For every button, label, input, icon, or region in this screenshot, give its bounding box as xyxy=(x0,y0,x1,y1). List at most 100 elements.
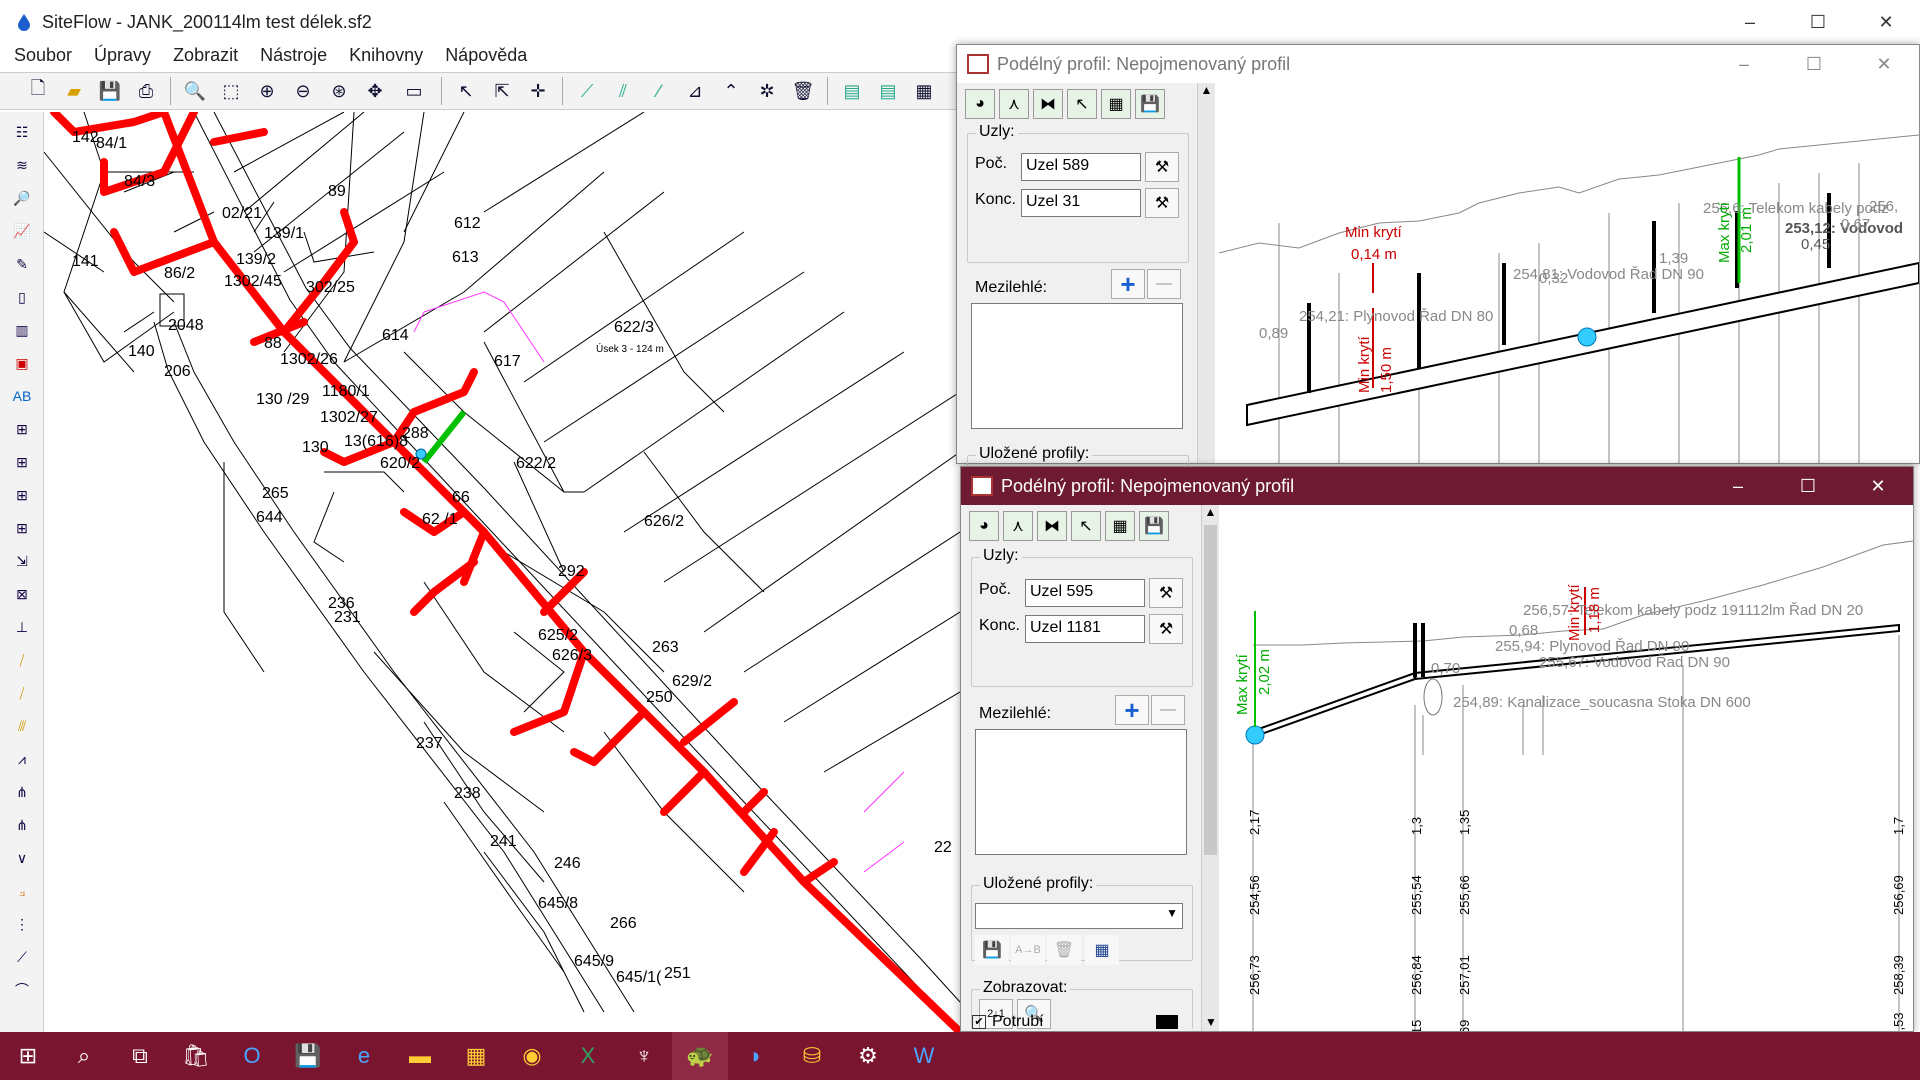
intermediate-list[interactable] xyxy=(971,303,1183,429)
print-icon[interactable]: ⎙ xyxy=(133,78,159,104)
end-node-input[interactable]: Uzel 31 xyxy=(1021,189,1141,217)
pipe-split-icon[interactable]: ⋔ xyxy=(8,779,36,805)
profile1-plot[interactable]: 254,21: Plynovod Řad DN 80 254,81: Vodov… xyxy=(1218,83,1920,463)
intermediate-list[interactable] xyxy=(975,729,1187,855)
app-gear-icon[interactable]: ⚙ xyxy=(840,1032,896,1080)
zoom-in-icon[interactable]: ⊕ xyxy=(254,78,280,104)
v-icon[interactable]: ∨ xyxy=(8,845,36,871)
edge-icon[interactable]: e xyxy=(336,1032,392,1080)
app-db-icon[interactable]: ⛁ xyxy=(784,1032,840,1080)
profile-nodes-icon[interactable]: ⧓ xyxy=(1033,89,1063,119)
menu-knihovny[interactable]: Knihovny xyxy=(349,45,423,66)
maximize-button[interactable]: ☐ xyxy=(1779,45,1849,83)
windows-start-icon[interactable]: ⊞ xyxy=(0,1032,56,1080)
pipe-grid-icon[interactable]: ⊠ xyxy=(8,581,36,607)
checkbox-potrubi[interactable]: ✔ Potrubí xyxy=(972,1012,1188,1032)
zoom-window-icon[interactable]: ⬚ xyxy=(218,78,244,104)
cadastral-map[interactable]: 142 84/1 84/3 89 612 613 02/21 139/1 139… xyxy=(44,112,960,1032)
map-canvas[interactable]: 142 84/1 84/3 89 612 613 02/21 139/1 139… xyxy=(44,112,960,1032)
connector-icon[interactable]: ⊥ xyxy=(8,614,36,640)
word-icon[interactable]: W xyxy=(896,1032,952,1080)
table-icon[interactable]: ▥ xyxy=(8,317,36,343)
excel-icon[interactable]: X xyxy=(560,1032,616,1080)
maximize-button[interactable]: ☐ xyxy=(1784,0,1852,44)
tool5-icon[interactable]: ⌃ xyxy=(718,78,744,104)
saved-profiles-select[interactable]: ▼ xyxy=(975,903,1183,929)
list-icon[interactable]: ☷ xyxy=(8,119,36,145)
start-node-input[interactable]: Uzel 589 xyxy=(1021,153,1141,181)
tool1-icon[interactable]: ⟋ xyxy=(574,78,600,104)
save-profile-button[interactable]: 💾 xyxy=(975,935,1009,965)
app-2018-icon[interactable]: ♆ xyxy=(616,1032,672,1080)
menu-zobrazit[interactable]: Zobrazit xyxy=(173,45,238,66)
menu-soubor[interactable]: Soubor xyxy=(14,45,72,66)
zoom-all-icon[interactable]: ⊛ xyxy=(326,78,352,104)
profile-nodes-icon[interactable]: ⧓ xyxy=(1037,511,1067,541)
end-node-input[interactable]: Uzel 1181 xyxy=(1025,615,1145,643)
pick-start-node-button[interactable]: ⚒ xyxy=(1145,152,1179,182)
doc-icon[interactable]: ▯ xyxy=(8,284,36,310)
pipe-branch-icon[interactable]: ⩘ xyxy=(8,746,36,772)
tool2-icon[interactable]: ⫽ xyxy=(610,78,636,104)
delete-icon[interactable]: 🗑 xyxy=(790,78,816,104)
profile-globe-icon[interactable]: ◕ xyxy=(965,89,995,119)
highlighted-section[interactable] xyxy=(421,410,467,464)
delete-profile-button[interactable]: 🗑 xyxy=(1047,935,1081,965)
menu-nastroje[interactable]: Nástroje xyxy=(260,45,327,66)
profile-branch-icon[interactable]: ⋏ xyxy=(999,89,1029,119)
zoom-icon[interactable]: 🔍 xyxy=(182,78,208,104)
curve-icon[interactable]: ⌒ xyxy=(8,977,36,1003)
ab-icon[interactable]: AB xyxy=(8,383,36,409)
app-turtle-icon[interactable]: 🐢 xyxy=(672,1032,728,1080)
image-icon[interactable]: ▣ xyxy=(8,350,36,376)
pan-icon[interactable]: ✥ xyxy=(362,78,388,104)
new-icon[interactable]: 🗋 xyxy=(25,78,51,104)
zoom-out-icon[interactable]: ⊖ xyxy=(290,78,316,104)
layer2-icon[interactable]: ▤ xyxy=(875,78,901,104)
scroll-thumb[interactable] xyxy=(1204,525,1217,855)
node-zz-icon[interactable]: ⊞ xyxy=(8,482,36,508)
profile-save-icon[interactable]: 💾 xyxy=(1139,511,1169,541)
menu-napoveda[interactable]: Nápověda xyxy=(445,45,527,66)
close-button[interactable]: ✕ xyxy=(1843,467,1913,505)
select-icon[interactable]: ↖ xyxy=(453,78,479,104)
store-icon[interactable]: 🛍 xyxy=(168,1032,224,1080)
edit-icon[interactable]: ✎ xyxy=(8,251,36,277)
pick-start-node-button[interactable]: ⚒ xyxy=(1149,578,1183,608)
start-node-input[interactable]: Uzel 595 xyxy=(1025,579,1145,607)
bend-icon[interactable]: ⟓ xyxy=(8,878,36,904)
add-intermediate-button[interactable]: + xyxy=(1111,269,1145,299)
profile2-sidebar-scrollbar[interactable]: ▲ ▼ xyxy=(1201,505,1219,1031)
tool4-icon[interactable]: ⊿ xyxy=(682,78,708,104)
node-zt-icon[interactable]: ⊞ xyxy=(8,416,36,442)
scroll-up-icon[interactable]: ▲ xyxy=(1202,505,1219,519)
nodes-icon[interactable]: ⋮ xyxy=(8,911,36,937)
save-icon[interactable]: 💾 xyxy=(97,78,123,104)
open-icon[interactable]: ▰ xyxy=(61,78,87,104)
pipe-yellow-icon[interactable]: ⧸ xyxy=(8,647,36,673)
pick-end-node-button[interactable]: ⚒ xyxy=(1145,188,1179,218)
profile-select-icon[interactable]: ↖ xyxy=(1067,89,1097,119)
profile2-plot[interactable]: 256,57: Telekom kabely podz 191112lm Řad… xyxy=(1223,505,1914,1045)
pipe-split2-icon[interactable]: ⋔ xyxy=(8,812,36,838)
scale-icon[interactable]: ▭ xyxy=(398,78,430,104)
rename-profile-button[interactable]: A→B xyxy=(1011,935,1045,965)
siteflow-icon[interactable]: ◗ xyxy=(728,1032,784,1080)
profile1-chart[interactable]: 254,21: Plynovod Řad DN 80 254,81: Vodov… xyxy=(1218,83,1920,463)
remove-intermediate-button[interactable]: — xyxy=(1151,695,1185,725)
app-save-icon[interactable]: 💾 xyxy=(280,1032,336,1080)
node-z-icon[interactable]: ⊞ xyxy=(8,449,36,475)
profile-node-marker[interactable] xyxy=(1245,725,1265,745)
explode-icon[interactable]: ✲ xyxy=(754,78,780,104)
find-icon[interactable]: 🔎 xyxy=(8,185,36,211)
profile-node-marker[interactable] xyxy=(1577,327,1597,347)
close-button[interactable]: ✕ xyxy=(1852,0,1920,44)
profile-grid-icon[interactable]: ▦ xyxy=(1101,89,1131,119)
pipe-yellow3-icon[interactable]: ⫻ xyxy=(8,713,36,739)
profile-globe-icon[interactable]: ◕ xyxy=(969,511,999,541)
maximize-button[interactable]: ☐ xyxy=(1773,467,1843,505)
menu-upravy[interactable]: Úpravy xyxy=(94,45,151,66)
layer3-icon[interactable]: ▦ xyxy=(911,78,937,104)
task-view-icon[interactable]: ⧉ xyxy=(112,1032,168,1080)
pipe-arrow-icon[interactable]: ⇲ xyxy=(8,548,36,574)
